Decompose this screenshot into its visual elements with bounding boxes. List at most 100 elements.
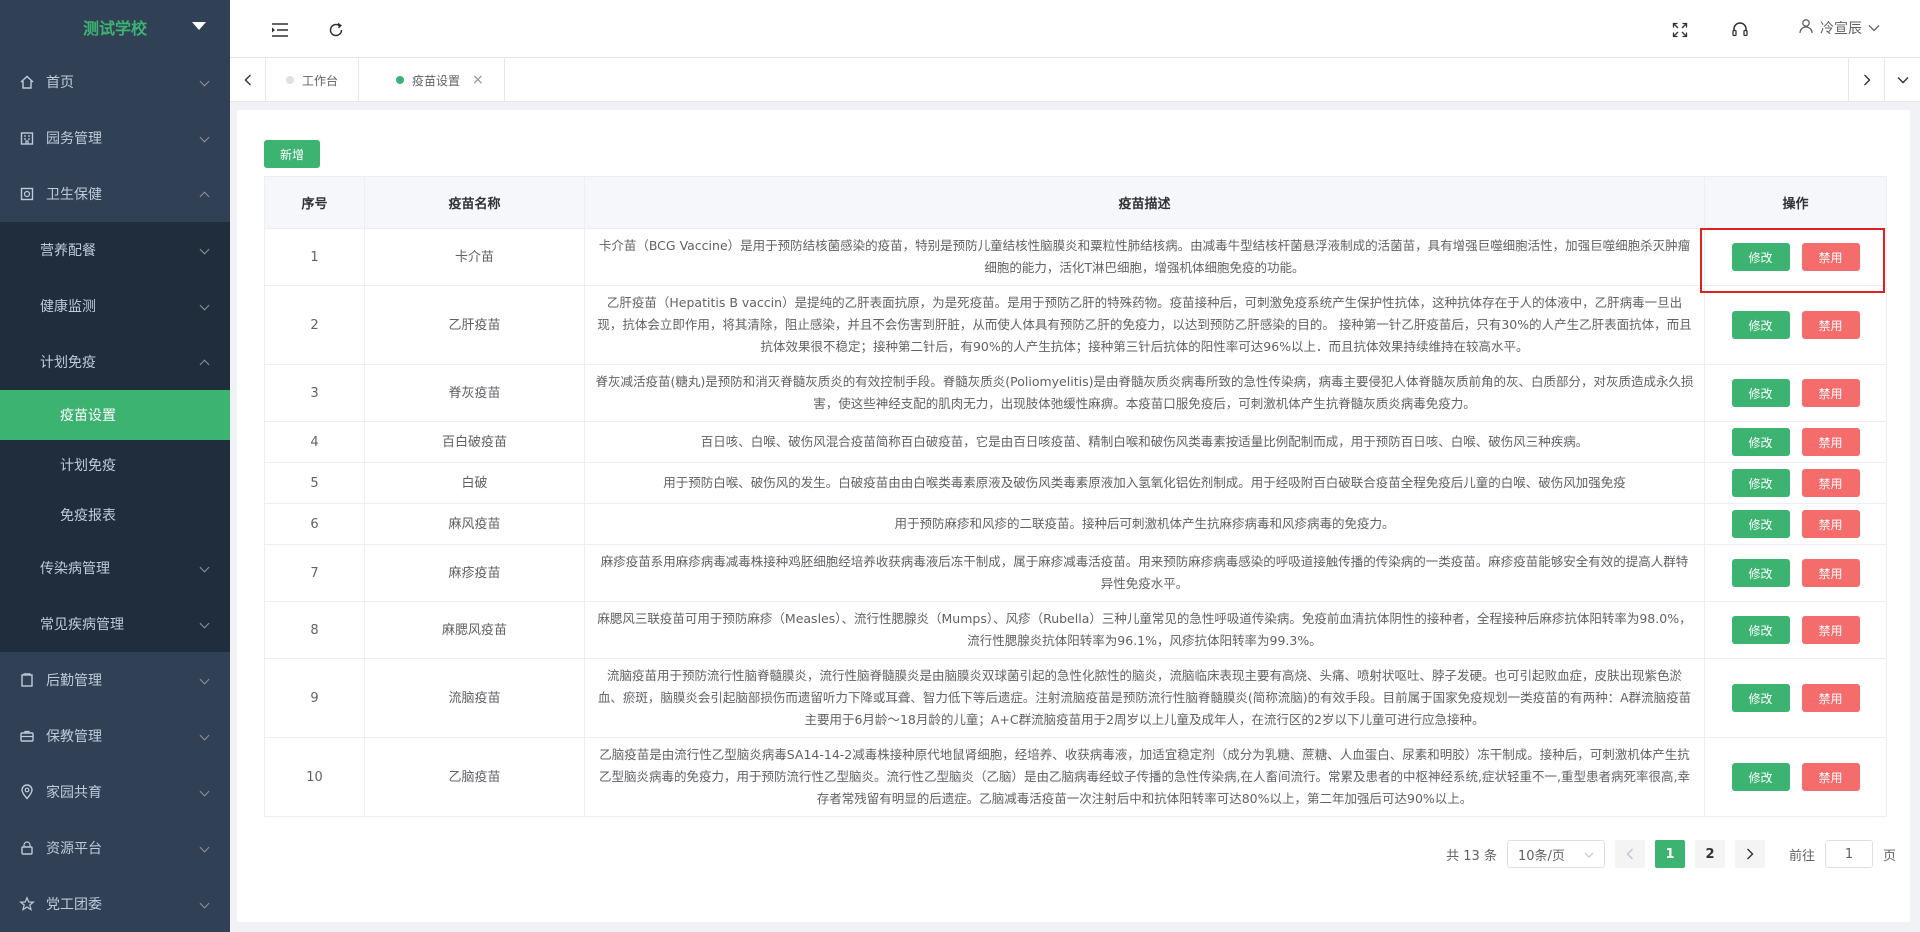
sidebar-item-immune-plan[interactable]: 计划免疫	[0, 440, 230, 490]
table-row: 5 白破 用于预防白喉、破伤风的发生。白破疫苗由由白喉类毒素原液及破伤风类毒素原液加…	[264, 462, 1887, 504]
tab-scroll-right-icon[interactable]	[1848, 58, 1884, 102]
edit-button[interactable]: 修改	[1731, 510, 1790, 538]
fullscreen-icon[interactable]	[1670, 20, 1690, 40]
goto-page-input[interactable]	[1824, 840, 1873, 868]
tabs-bar: 工作台 疫苗设置 ×	[230, 58, 1920, 102]
edit-button[interactable]: 修改	[1731, 428, 1790, 456]
chevron-down-icon	[199, 842, 210, 853]
disable-button[interactable]: 禁用	[1801, 428, 1860, 456]
row-actions: 修改 禁用	[1704, 462, 1887, 504]
menu-fold-icon[interactable]	[270, 20, 290, 40]
disable-button[interactable]: 禁用	[1801, 379, 1860, 407]
edit-button[interactable]: 修改	[1731, 763, 1790, 791]
table-row: 1 卡介苗 卡介苗（BCG Vaccine）是用于预防结核菌感染的疫苗，特别是预防儿…	[264, 228, 1887, 286]
vaccine-description: 流脑疫苗用于预防流行性脑脊髓膜炎，流行性脑脊髓膜炎是由脑膜炎双球菌引起的急性化脓…	[584, 658, 1705, 738]
vaccine-description: 百日咳、白喉、破伤风混合疫苗简称百白破疫苗，它是由百日咳疫苗、精制白喉和破伤风类…	[584, 421, 1705, 463]
table-row: 6 麻风疫苗 用于预防麻疹和风疹的二联疫苗。接种后可刺激机体产生抗麻疹病毒和风疹病毒…	[264, 503, 1887, 545]
clipboard-icon	[18, 671, 36, 689]
sidebar-item-infectious[interactable]: 传染病管理	[0, 540, 230, 596]
immunization-submenu: 疫苗设置 计划免疫 免疫报表	[0, 390, 230, 540]
sidebar-item-label: 常见疾病管理	[40, 617, 124, 633]
user-icon	[1798, 18, 1814, 38]
tab-vaccine-settings[interactable]: 疫苗设置 ×	[376, 58, 505, 102]
home-icon	[18, 73, 36, 91]
sidebar-item-admin[interactable]: 园务管理	[0, 110, 230, 166]
edit-button[interactable]: 修改	[1731, 469, 1790, 497]
row-number: 1	[264, 228, 365, 286]
table-header-row: 序号 疫苗名称 疫苗描述 操作	[264, 176, 1887, 229]
page-button-1[interactable]: 1	[1654, 840, 1685, 868]
tab-menu-icon[interactable]	[1884, 58, 1920, 102]
table-row: 10 乙脑疫苗 乙脑疫苗是由流行性乙型脑炎病毒SA14-14-2减毒株接种原代地鼠肾…	[264, 737, 1887, 817]
building-icon	[18, 129, 36, 147]
edit-button[interactable]: 修改	[1731, 616, 1790, 644]
health-icon	[18, 185, 36, 203]
sidebar-item-health-monitor[interactable]: 健康监测	[0, 278, 230, 334]
refresh-icon[interactable]	[326, 20, 346, 40]
sidebar-item-home[interactable]: 首页	[0, 54, 230, 110]
column-header: 序号	[264, 176, 365, 229]
sidebar-item-vaccine-settings[interactable]: 疫苗设置	[0, 390, 230, 440]
brand-title: 测试学校	[82, 19, 147, 38]
disable-button[interactable]: 禁用	[1801, 763, 1860, 791]
sidebar-item-label: 疫苗设置	[60, 408, 116, 424]
caret-down-icon[interactable]	[192, 22, 206, 30]
page-button-2[interactable]: 2	[1694, 840, 1725, 868]
row-number: 4	[264, 421, 365, 463]
sidebar-item-resources[interactable]: 资源平台	[0, 820, 230, 876]
sidebar-item-nutrition[interactable]: 营养配餐	[0, 222, 230, 278]
sidebar-item-label: 健康监测	[40, 299, 96, 315]
sidebar-item-logistics[interactable]: 后勤管理	[0, 652, 230, 708]
vaccine-name: 脊灰疫苗	[364, 364, 585, 422]
disable-button[interactable]: 禁用	[1801, 616, 1860, 644]
sidebar-item-health[interactable]: 卫生保健	[0, 166, 230, 222]
edit-button[interactable]: 修改	[1731, 311, 1790, 339]
edit-button[interactable]: 修改	[1731, 559, 1790, 587]
next-page-button[interactable]	[1734, 840, 1765, 868]
vaccine-name: 流脑疫苗	[364, 658, 585, 738]
table-row: 3 脊灰疫苗 脊灰减活疫苗(糖丸)是预防和消灭脊髓灰质炎的有效控制手段。脊髓灰质炎(…	[264, 364, 1887, 422]
row-number: 2	[264, 285, 365, 365]
sidebar-item-home-school[interactable]: 家园共育	[0, 764, 230, 820]
sidebar-item-immunization[interactable]: 计划免疫	[0, 334, 230, 390]
disable-button[interactable]: 禁用	[1801, 311, 1860, 339]
goto-suffix: 页	[1882, 848, 1896, 864]
headset-icon[interactable]	[1730, 20, 1750, 40]
sidebar-item-label: 卫生保健	[46, 187, 102, 203]
disable-button[interactable]: 禁用	[1801, 243, 1860, 271]
vaccine-description: 麻腮风三联疫苗可用于预防麻疹（Measles）、流行性腮腺炎（Mumps）、风疹…	[584, 601, 1705, 659]
edit-button[interactable]: 修改	[1731, 684, 1790, 712]
chevron-down-icon	[199, 618, 210, 629]
sidebar-item-party[interactable]: 党工团委	[0, 876, 230, 932]
disable-button[interactable]: 禁用	[1801, 684, 1860, 712]
disable-button[interactable]: 禁用	[1801, 469, 1860, 497]
chevron-up-icon	[199, 359, 210, 370]
vaccine-name: 百白破疫苗	[364, 421, 585, 463]
sidebar-item-label: 免疫报表	[60, 508, 116, 524]
star-icon	[18, 895, 36, 913]
user-menu[interactable]: 冷宣辰	[1798, 18, 1880, 38]
prev-page-button[interactable]	[1614, 840, 1645, 868]
chevron-down-icon	[1868, 20, 1880, 36]
disable-button[interactable]: 禁用	[1801, 559, 1860, 587]
disable-button[interactable]: 禁用	[1801, 510, 1860, 538]
edit-button[interactable]: 修改	[1731, 379, 1790, 407]
sidebar-item-immune-report[interactable]: 免疫报表	[0, 490, 230, 540]
page-size-select[interactable]: 10条/页	[1506, 840, 1605, 868]
brand[interactable]: 测试学校	[0, 0, 230, 54]
vaccine-name: 白破	[364, 462, 585, 504]
tab-workbench[interactable]: 工作台	[266, 58, 360, 102]
row-actions: 修改 禁用	[1704, 503, 1887, 545]
vaccine-description: 麻疹疫苗系用麻疹病毒减毒株接种鸡胚细胞经培养收获病毒液后冻干制成，属于麻疹减毒活…	[584, 544, 1705, 602]
close-icon[interactable]: ×	[472, 72, 484, 88]
sidebar-item-education[interactable]: 保教管理	[0, 708, 230, 764]
sidebar-item-common-disease[interactable]: 常见疾病管理	[0, 596, 230, 652]
edit-button[interactable]: 修改	[1731, 243, 1790, 271]
row-actions: 修改 禁用	[1704, 421, 1887, 463]
add-button[interactable]: 新增	[264, 140, 320, 168]
pagination: 共 13 条 10条/页 1 2 前往 页	[1446, 840, 1896, 868]
vaccine-name: 麻风疫苗	[364, 503, 585, 545]
chevron-down-icon	[199, 76, 210, 87]
tab-scroll-left-icon[interactable]	[230, 58, 266, 102]
tab-status-dot	[286, 76, 294, 84]
